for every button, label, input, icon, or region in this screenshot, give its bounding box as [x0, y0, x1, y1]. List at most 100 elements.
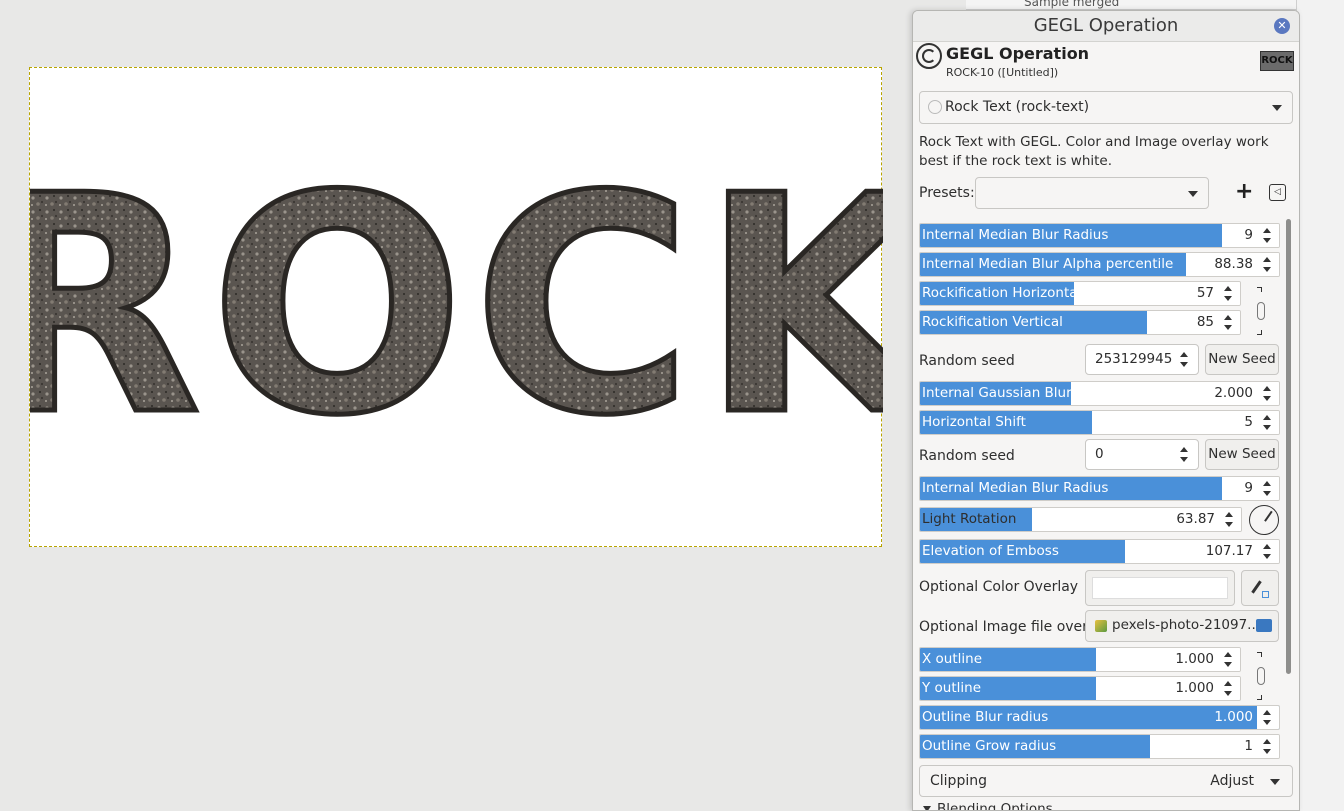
- folder-open-icon[interactable]: [1256, 619, 1272, 632]
- slider-y-outline[interactable]: Y outline 1.000: [919, 676, 1241, 701]
- eyedropper-icon: [1251, 580, 1262, 594]
- spin-arrows-icon[interactable]: [1257, 477, 1279, 500]
- preset-menu-icon[interactable]: ◁: [1269, 184, 1286, 201]
- operation-select-label: Rock Text (rock-text): [945, 99, 1090, 115]
- image-layer-boundary[interactable]: ROCK: [29, 67, 883, 547]
- chevron-down-icon: [1270, 779, 1280, 785]
- slider-value: 63.87: [1176, 511, 1215, 527]
- slider-label: Internal Median Blur Radius: [922, 480, 1109, 496]
- slider-value: 57: [1196, 285, 1214, 301]
- clipping-select[interactable]: Clipping Adjust: [919, 765, 1293, 797]
- slider-light-rotation[interactable]: Light Rotation 63.87: [919, 507, 1242, 532]
- spin-arrows-icon[interactable]: [1218, 282, 1240, 305]
- clipping-label: Clipping: [930, 773, 987, 789]
- random-seed-label: Random seed: [919, 448, 1015, 464]
- background-toolbar: Sample merged: [966, 0, 1296, 10]
- slider-label: X outline: [922, 651, 983, 667]
- slider-value: 1.000: [1214, 709, 1253, 725]
- image-overlay-label: Optional Image file overlay: [919, 619, 1109, 635]
- gegl-logo-icon: [916, 43, 942, 69]
- slider-internal-median-blur-radius[interactable]: Internal Median Blur Radius 9: [919, 223, 1280, 248]
- slider-value: 1.000: [1175, 680, 1214, 696]
- slider-value: 9: [1244, 227, 1253, 243]
- rock-text-glyphs: ROCK: [30, 132, 883, 481]
- image-canvas[interactable]: ROCK: [0, 0, 912, 811]
- image-file-icon: [1095, 620, 1107, 632]
- random-seed-input[interactable]: 253129945: [1085, 344, 1199, 375]
- dialog-header: GEGL Operation ROCK-10 ([Untitled]) ROCK: [913, 42, 1299, 88]
- blending-options-label: Blending Options: [937, 801, 1053, 811]
- parameter-scrollbar[interactable]: [1285, 217, 1291, 761]
- expander-arrow-icon: [923, 806, 931, 810]
- slider-value: 107.17: [1205, 543, 1253, 559]
- chevron-down-icon: [1188, 191, 1198, 197]
- slider-value: 5: [1244, 414, 1253, 430]
- color-overlay-button[interactable]: [1085, 570, 1235, 606]
- spin-arrows-icon[interactable]: [1218, 311, 1240, 334]
- layer-thumbnail: ROCK: [1260, 51, 1294, 71]
- color-swatch: [1092, 577, 1228, 599]
- close-icon[interactable]: ✕: [1274, 18, 1290, 34]
- slider-rockification-vertical[interactable]: Rockification Vertical 85: [919, 310, 1241, 335]
- slider-elevation-of-emboss[interactable]: Elevation of Emboss 107.17: [919, 539, 1280, 564]
- spin-arrows-icon[interactable]: [1257, 735, 1279, 758]
- spin-arrows-icon[interactable]: [1257, 224, 1279, 247]
- image-file-chooser[interactable]: pexels-photo-21097...: [1085, 610, 1279, 642]
- chain-link-icon[interactable]: [1257, 652, 1269, 700]
- slider-label: Internal Median Blur Radius: [922, 227, 1109, 243]
- color-picker-button[interactable]: [1241, 570, 1279, 606]
- spin-arrows-icon[interactable]: [1257, 382, 1279, 405]
- blending-options-expander[interactable]: Blending Options: [923, 801, 1053, 811]
- add-preset-icon[interactable]: +: [1235, 181, 1253, 203]
- slider-horizontal-shift[interactable]: Horizontal Shift 5: [919, 410, 1280, 435]
- slider-label: Internal Median Blur Alpha percentile: [922, 256, 1174, 272]
- dialog-window-title: GEGL Operation: [1033, 15, 1179, 36]
- operation-description: Rock Text with GEGL. Color and Image ove…: [919, 134, 1269, 169]
- slider-value: 85: [1196, 314, 1214, 330]
- slider-x-outline[interactable]: X outline 1.000: [919, 647, 1241, 672]
- background-dock: [1296, 0, 1344, 811]
- gegl-small-icon: [928, 100, 942, 114]
- spin-arrows-icon[interactable]: [1257, 706, 1279, 729]
- chain-link-icon[interactable]: [1257, 287, 1269, 335]
- header-title: GEGL Operation: [946, 44, 1090, 63]
- slider-value: 88.38: [1214, 256, 1253, 272]
- slider-label: Outline Grow radius: [922, 738, 1057, 754]
- spin-arrows-icon[interactable]: [1219, 508, 1241, 531]
- presets-label: Presets:: [919, 185, 975, 201]
- rotation-dial-icon[interactable]: [1249, 505, 1279, 535]
- slider-rockification-horizontal[interactable]: Rockification Horizontal 57: [919, 281, 1241, 306]
- spin-arrows-icon[interactable]: [1257, 411, 1279, 434]
- slider-value: 2.000: [1214, 385, 1253, 401]
- spin-arrows-icon[interactable]: [1174, 348, 1196, 371]
- chevron-down-icon: [1272, 105, 1282, 111]
- sample-merged-label: Sample merged: [1024, 0, 1120, 9]
- spin-arrows-icon[interactable]: [1257, 540, 1279, 563]
- spin-arrows-icon[interactable]: [1257, 253, 1279, 276]
- spin-arrows-icon[interactable]: [1218, 677, 1240, 700]
- slider-value: 1.000: [1175, 651, 1214, 667]
- parameter-list[interactable]: Internal Median Blur Radius 9 Internal M…: [919, 217, 1291, 761]
- slider-value: 1: [1244, 738, 1253, 754]
- operation-select[interactable]: Rock Text (rock-text): [919, 91, 1293, 124]
- new-seed-button[interactable]: New Seed: [1205, 344, 1279, 375]
- scrollbar-thumb[interactable]: [1286, 219, 1291, 674]
- slider-outline-grow-radius[interactable]: Outline Grow radius 1: [919, 734, 1280, 759]
- spin-arrows-icon[interactable]: [1218, 648, 1240, 671]
- spin-arrows-icon[interactable]: [1174, 443, 1196, 466]
- slider-outline-blur-radius[interactable]: Outline Blur radius 1.000: [919, 705, 1280, 730]
- slider-label: Elevation of Emboss: [922, 543, 1059, 559]
- random-seed-input[interactable]: 0: [1085, 439, 1199, 470]
- slider-internal-median-blur-alpha-percentile[interactable]: Internal Median Blur Alpha percentile 88…: [919, 252, 1280, 277]
- slider-internal-gaussian-blur[interactable]: Internal Gaussian Blur 2.000: [919, 381, 1280, 406]
- header-subtitle: ROCK-10 ([Untitled]): [946, 66, 1059, 79]
- slider-label: Y outline: [922, 680, 982, 696]
- clipping-value: Adjust: [1210, 773, 1254, 789]
- slider-label: Rockification Horizontal: [922, 285, 1082, 301]
- gegl-operation-dialog: GEGL Operation ✕ GEGL Operation ROCK-10 …: [912, 10, 1300, 811]
- dialog-titlebar[interactable]: GEGL Operation ✕: [913, 11, 1299, 42]
- new-seed-button[interactable]: New Seed: [1205, 439, 1279, 470]
- image-file-name: pexels-photo-21097...: [1112, 617, 1261, 633]
- presets-select[interactable]: [975, 177, 1209, 209]
- slider-internal-median-blur-radius-2[interactable]: Internal Median Blur Radius 9: [919, 476, 1280, 501]
